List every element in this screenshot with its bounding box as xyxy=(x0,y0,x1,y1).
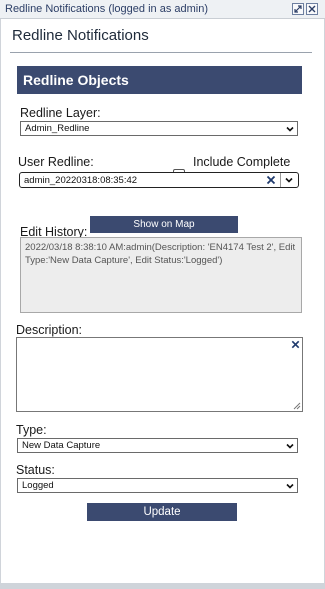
update-button[interactable]: Update xyxy=(87,503,237,521)
chevron-down-icon xyxy=(286,443,294,449)
edit-history-line: Type:'New Data Capture', Edit Status:'Lo… xyxy=(25,254,223,266)
window-titlebar: Redline Notifications (logged in as admi… xyxy=(0,0,325,19)
show-on-map-button[interactable]: Show on Map xyxy=(90,216,238,233)
user-redline-label: User Redline: xyxy=(18,155,94,169)
user-redline-combobox[interactable]: admin_20220318:08:35:42 xyxy=(19,172,299,188)
chevron-down-icon[interactable] xyxy=(284,175,294,185)
type-label: Type: xyxy=(16,423,47,437)
redline-panel: Redline Notifications Redline Objects Re… xyxy=(0,19,325,589)
type-select[interactable]: New Data Capture xyxy=(17,438,298,453)
clear-x-icon[interactable] xyxy=(265,174,277,186)
description-label: Description: xyxy=(16,323,82,337)
user-redline-value: admin_20220318:08:35:42 xyxy=(24,175,138,186)
section-header-label: Redline Objects xyxy=(23,72,129,88)
resize-grip-icon[interactable] xyxy=(293,402,301,410)
clear-x-icon[interactable] xyxy=(290,339,301,350)
close-icon xyxy=(308,5,316,13)
chevron-down-icon xyxy=(286,126,294,132)
close-window-button[interactable] xyxy=(306,3,318,15)
edit-history-box: 2022/03/18 8:38:10 AM:admin(Description:… xyxy=(20,237,302,313)
section-header: Redline Objects xyxy=(17,66,302,94)
status-value: Logged xyxy=(22,480,54,491)
window-title: Redline Notifications (logged in as admi… xyxy=(5,3,208,15)
maximize-button[interactable] xyxy=(292,3,304,15)
status-label: Status: xyxy=(16,463,55,477)
panel-title: Redline Notifications xyxy=(12,27,149,44)
include-complete-label: Include Complete xyxy=(193,155,291,169)
redline-layer-value: Admin_Redline xyxy=(25,123,90,134)
redline-layer-label: Redline Layer: xyxy=(20,106,101,120)
window-bottom-edge xyxy=(0,583,325,589)
status-select[interactable]: Logged xyxy=(17,478,298,493)
panel-divider xyxy=(10,52,312,53)
description-textarea[interactable] xyxy=(16,337,303,412)
combobox-separator xyxy=(280,173,281,187)
type-value: New Data Capture xyxy=(22,440,101,451)
edit-history-line: 2022/03/18 8:38:10 AM:admin(Description:… xyxy=(25,242,296,253)
redline-layer-select[interactable]: Admin_Redline xyxy=(20,121,298,136)
chevron-down-icon xyxy=(286,483,294,489)
expand-icon xyxy=(294,5,302,13)
